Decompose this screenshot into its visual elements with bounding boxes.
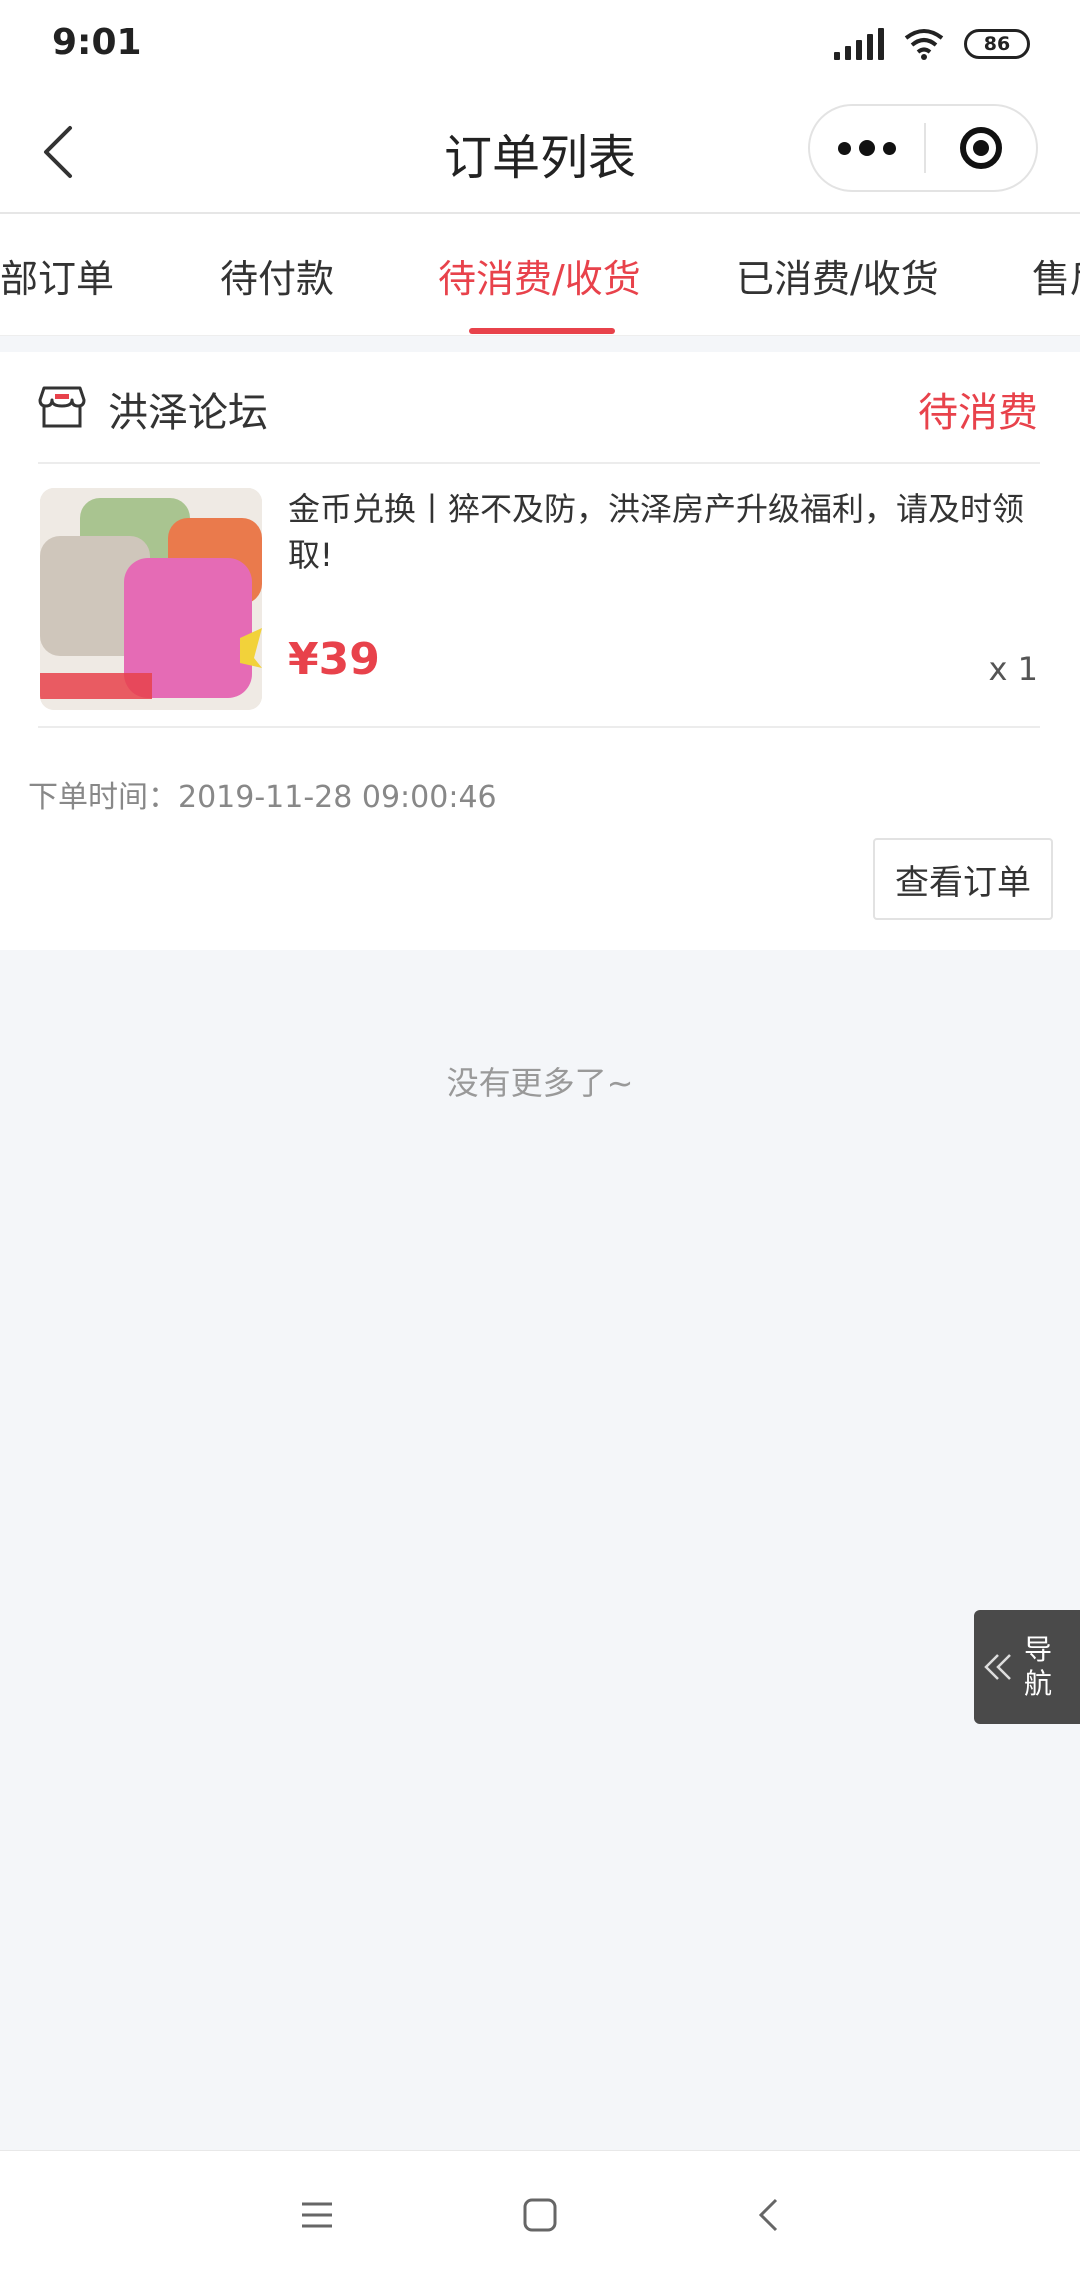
- double-chevron-left-icon: [974, 1652, 1024, 1682]
- more-dots-icon: [838, 141, 851, 155]
- battery-icon: 86: [964, 29, 1030, 59]
- view-order-button[interactable]: 查看订单: [873, 838, 1053, 920]
- status-time: 9:01: [52, 22, 142, 63]
- floating-nav-label: 导航: [1024, 1633, 1053, 1700]
- mini-program-capsule: [808, 104, 1038, 192]
- status-icons: 86: [834, 24, 1030, 64]
- divider: [38, 726, 1040, 728]
- divider: [38, 462, 1040, 464]
- goods-title[interactable]: 金币兑换丨猝不及防，洪泽房产升级福利，请及时领取!: [288, 486, 1038, 578]
- order-tabs: 部订单 待付款 待消费/收货 已消费/收货 售后: [0, 214, 1080, 336]
- back-chevron-icon[interactable]: [748, 2195, 788, 2235]
- order-status: 待消费: [918, 390, 1038, 436]
- goods-quantity: x 1: [988, 650, 1038, 688]
- shop-name[interactable]: 洪泽论坛: [108, 380, 268, 438]
- close-mini-program-button[interactable]: [926, 104, 1036, 192]
- home-square-icon[interactable]: [520, 2195, 560, 2235]
- store-icon: [38, 384, 86, 434]
- tab-all-orders[interactable]: 部订单: [0, 248, 114, 303]
- wifi-icon: [904, 28, 944, 60]
- tab-pending-payment[interactable]: 待付款: [220, 248, 334, 303]
- signal-icon: [834, 28, 884, 60]
- active-tab-indicator: [469, 328, 615, 334]
- goods-image[interactable]: [40, 488, 262, 710]
- nav-bar: 订单列表: [0, 90, 1080, 214]
- target-circle-icon: [960, 127, 1002, 169]
- system-nav-bar: [0, 2150, 1080, 2280]
- tab-consumed[interactable]: 已消费/收货: [736, 248, 939, 303]
- no-more-text: 没有更多了~: [446, 1064, 634, 1102]
- tab-pending-consumption[interactable]: 待消费/收货: [438, 248, 641, 303]
- goods-price: ¥39: [288, 634, 380, 685]
- order-card[interactable]: 洪泽论坛 待消费 金币兑换丨猝不及防，洪泽房产升级福利，请及时领取! ¥39 x…: [0, 352, 1080, 950]
- floating-nav-button[interactable]: 导航: [974, 1610, 1080, 1724]
- order-time: 下单时间：2019-11-28 09:00:46: [28, 780, 497, 815]
- menu-icon[interactable]: [297, 2195, 337, 2235]
- tab-after-sales[interactable]: 售后: [1032, 248, 1080, 303]
- more-button[interactable]: [810, 104, 924, 192]
- status-bar: 9:01 86: [0, 0, 1080, 90]
